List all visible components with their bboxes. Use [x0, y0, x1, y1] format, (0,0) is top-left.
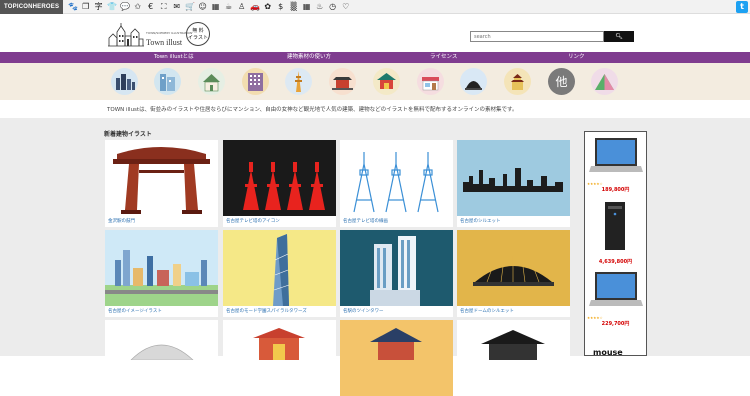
ad-price: 189,800円 — [601, 187, 630, 193]
illust-card[interactable]: 名古屋のイメージイラスト — [105, 230, 218, 317]
site-intro: TOWN illustは、街並みのイラストや住居ならびにマンション、自由の女神な… — [107, 107, 518, 113]
flower-icon[interactable]: ✿ — [263, 0, 272, 14]
card-thumbnail — [457, 230, 570, 306]
illust-card[interactable]: 名古屋ドームのシルエット — [457, 230, 570, 317]
laptop-icon — [589, 272, 643, 306]
car-icon[interactable]: 🚗 — [250, 0, 260, 14]
card-thumbnail — [340, 140, 453, 216]
nav-item-about[interactable]: Town illustとは — [154, 52, 194, 63]
card-thumbnail — [223, 140, 336, 216]
illust-card[interactable] — [457, 320, 570, 396]
illust-card[interactable] — [223, 320, 336, 396]
star-icon[interactable]: ✩ — [133, 0, 142, 14]
illust-card[interactable] — [105, 320, 218, 396]
mail-icon[interactable]: ✉ — [172, 0, 181, 14]
app-grid-icon[interactable]: ▦ — [302, 0, 311, 14]
site-name: Town illust — [146, 38, 183, 47]
top-icon-bar: TOPICONHEROES 🐾 ❐ 字 👕 💬 ✩ € ⛶ ✉ 🛒 ☺ ▦ ☕ ♙ 🚗 ✿ $ ▒ ▦ ♨ ◷ ♡ t — [0, 0, 750, 14]
free-badge-text: 無 料 イラスト — [188, 28, 208, 41]
category-temple-icon[interactable] — [329, 68, 356, 95]
ad-price: 229,700円 — [601, 321, 630, 327]
illust-card[interactable]: 名古屋のシルエット — [457, 140, 570, 227]
category-apartment-icon[interactable] — [242, 68, 269, 95]
category-shop-icon[interactable] — [417, 68, 444, 95]
grid-icon[interactable]: ▦ — [211, 0, 220, 14]
category-other-icon[interactable]: 他 — [548, 68, 575, 95]
category-castle-icon[interactable] — [504, 68, 531, 95]
search-form: 🔍︎ — [470, 31, 634, 42]
category-building-icon[interactable] — [154, 68, 181, 95]
free-illust-badge: 無 料 イラスト — [186, 22, 210, 46]
clock-icon[interactable]: ◷ — [328, 0, 337, 14]
card-caption[interactable]: 名古屋のイメージイラスト — [105, 306, 218, 317]
category-shrine-icon[interactable] — [373, 68, 400, 95]
ad-item[interactable]: ★★★★☆ 229,700円 — [587, 268, 644, 327]
category-nature-icon[interactable] — [591, 68, 618, 95]
main-nav: Town illustとは 建物素材の使い方 ライセンス リンク — [0, 52, 750, 63]
chat-icon[interactable]: 💬 — [120, 0, 130, 14]
card-caption[interactable]: 名古屋ドームのシルエット — [457, 306, 570, 317]
illust-card[interactable]: 名古屋テレビ塔の線画 — [340, 140, 453, 227]
ad-item[interactable]: 4,639,800円 — [587, 198, 644, 265]
pc-tower-icon — [605, 202, 625, 250]
illust-card[interactable]: 名古屋のモード学園スパイラルタワーズ — [223, 230, 336, 317]
twitter-icon[interactable]: t — [736, 1, 748, 13]
coffee-icon[interactable]: ☕ — [224, 0, 233, 14]
fullscreen-icon[interactable]: ⛶ — [159, 0, 168, 14]
category-tower-icon[interactable] — [285, 68, 312, 95]
card-caption[interactable]: 名駅のツインタワー — [340, 306, 453, 317]
card-caption[interactable]: 名古屋テレビ塔のアイコン — [223, 216, 336, 227]
illust-card[interactable]: 名古屋テレビ塔のアイコン — [223, 140, 336, 227]
card-thumbnail — [223, 320, 336, 396]
card-thumbnail — [457, 140, 570, 216]
cart-icon[interactable]: 🛒 — [185, 0, 195, 14]
sidebar-ad[interactable]: ★★★★☆ 189,800円 4,639,800円 ★★★★☆ 229,700円… — [584, 131, 647, 357]
illust-card[interactable] — [340, 320, 453, 396]
card-caption[interactable]: 名古屋のシルエット — [457, 216, 570, 227]
card-thumbnail — [223, 230, 336, 306]
illust-card[interactable]: 名駅のツインタワー — [340, 230, 453, 317]
ad-price: 4,639,800円 — [598, 259, 633, 265]
category-strip: 他 — [0, 63, 750, 100]
kanji-icon[interactable]: 字 — [94, 0, 103, 14]
svg-text:他: 他 — [555, 75, 567, 89]
card-thumbnail — [105, 320, 218, 396]
person-icon[interactable]: ♙ — [237, 0, 246, 14]
card-thumbnail — [105, 230, 218, 306]
card-caption[interactable]: 金沢駅の鼓門 — [105, 216, 218, 227]
topbar-icons: 🐾 ❐ 字 👕 💬 ✩ € ⛶ ✉ 🛒 ☺ ▦ ☕ ♙ 🚗 ✿ $ ▒ ▦ ♨ ◷ ♡ — [68, 0, 350, 14]
search-input[interactable] — [470, 31, 604, 42]
laptop-icon — [589, 138, 643, 172]
illust-card[interactable]: 金沢駅の鼓門 — [105, 140, 218, 227]
nav-item-links[interactable]: リンク — [568, 52, 585, 63]
kanji-heart-icon[interactable]: ♡ — [341, 0, 350, 14]
pattern-icon[interactable]: ▒ — [289, 0, 298, 14]
search-button[interactable]: 🔍︎ — [604, 31, 634, 42]
section-title: 新着建物イラスト — [104, 131, 152, 138]
search-icon: 🔍︎ — [615, 33, 623, 40]
yen-icon[interactable]: € — [146, 0, 155, 14]
bottle-icon[interactable]: ♨ — [315, 0, 324, 14]
card-thumbnail — [105, 140, 218, 216]
category-dome-icon[interactable] — [460, 68, 487, 95]
copy-icon[interactable]: ❐ — [81, 0, 90, 14]
category-house-icon[interactable] — [198, 68, 225, 95]
smiley-icon[interactable]: ☺ — [198, 0, 207, 14]
card-caption[interactable]: 名古屋のモード学園スパイラルタワーズ — [223, 306, 336, 317]
dollar-icon[interactable]: $ — [276, 0, 285, 14]
card-thumbnail — [457, 320, 570, 396]
card-caption[interactable]: 名古屋テレビ塔の線画 — [340, 216, 453, 227]
paw-icon[interactable]: 🐾 — [68, 0, 78, 14]
card-thumbnail — [340, 230, 453, 306]
topbar-brand[interactable]: TOPICONHEROES — [0, 0, 64, 14]
category-city-icon[interactable] — [111, 68, 138, 95]
shirt-icon[interactable]: 👕 — [107, 0, 117, 14]
nav-item-howto[interactable]: 建物素材の使い方 — [287, 52, 331, 63]
town-logo-icon — [108, 23, 144, 47]
card-thumbnail — [340, 320, 453, 396]
ad-item[interactable]: ★★★★☆ 189,800円 — [587, 134, 644, 193]
nav-item-license[interactable]: ライセンス — [430, 52, 457, 63]
